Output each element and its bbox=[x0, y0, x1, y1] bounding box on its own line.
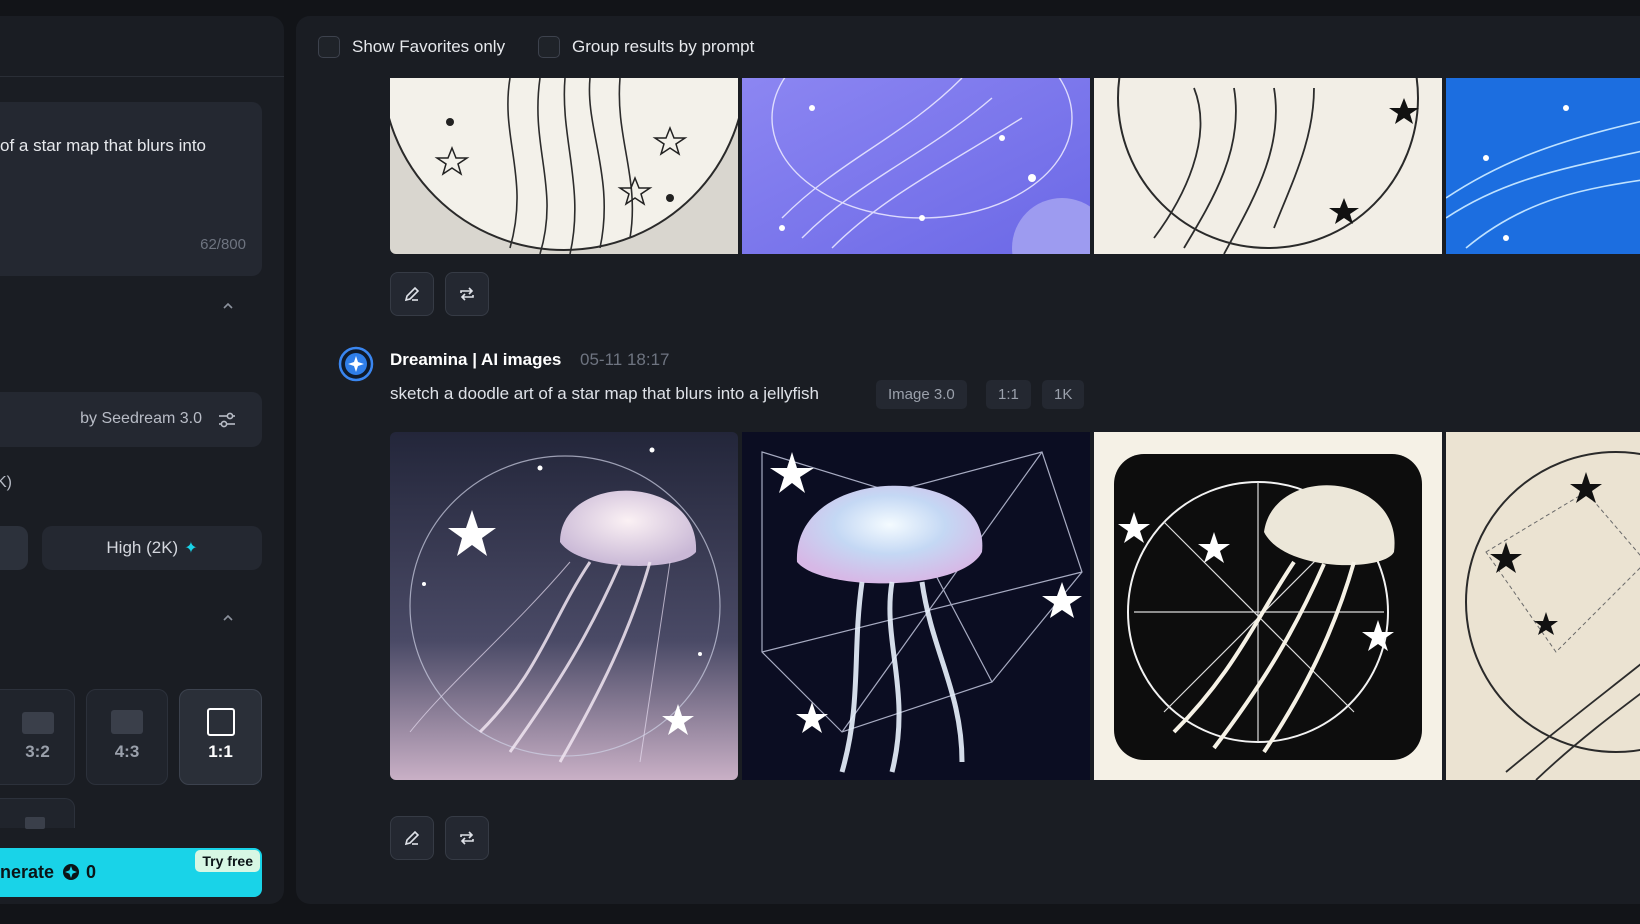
resolution-label: K) bbox=[0, 474, 12, 491]
result-image[interactable] bbox=[1446, 78, 1640, 254]
ratio-4-3-icon bbox=[111, 710, 143, 734]
result-image[interactable] bbox=[1094, 78, 1442, 254]
result-author: Dreamina | AI images bbox=[390, 350, 562, 369]
model-tag: Image 3.0 bbox=[876, 380, 967, 409]
group-filter[interactable]: Group results by prompt bbox=[538, 36, 754, 58]
result-prompt: sketch a doodle art of a star map that b… bbox=[390, 384, 820, 403]
resolution-standard-button[interactable] bbox=[0, 526, 28, 570]
dreamina-avatar bbox=[338, 346, 374, 382]
ratio-icon bbox=[25, 817, 45, 829]
ratio-option-1-1[interactable]: 1:1 bbox=[179, 689, 262, 785]
ratio-label: 1:1 bbox=[208, 742, 233, 761]
favorites-filter[interactable]: Show Favorites only bbox=[318, 36, 505, 58]
result-image[interactable] bbox=[742, 432, 1090, 780]
edit-button[interactable] bbox=[390, 272, 434, 316]
group-checkbox[interactable] bbox=[538, 36, 560, 58]
model-selector[interactable]: by Seedream 3.0 bbox=[0, 392, 262, 447]
ratio-3-2-icon bbox=[21, 712, 54, 734]
regenerate-button[interactable] bbox=[445, 272, 489, 316]
repeat-icon bbox=[460, 287, 474, 301]
collapse-chevron-up-icon[interactable] bbox=[222, 612, 234, 624]
sparkle-icon: ✦ bbox=[184, 540, 198, 557]
generate-label: nerate bbox=[0, 862, 55, 882]
filter-bar: Show Favorites only Group results by pro… bbox=[296, 16, 1640, 78]
ratio-label: 3:2 bbox=[25, 742, 50, 761]
generation-settings-panel: of a star map that blurs into 62/800 by … bbox=[0, 16, 284, 904]
favorites-checkbox[interactable] bbox=[318, 36, 340, 58]
result-image[interactable] bbox=[742, 78, 1090, 254]
results-panel: Dreamina | AI images 05-11 18:17 sketch … bbox=[296, 16, 1640, 904]
prompt-textarea[interactable]: of a star map that blurs into 62/800 bbox=[0, 102, 262, 276]
ratio-label: 4:3 bbox=[114, 742, 140, 761]
pencil-icon bbox=[404, 830, 420, 846]
model-label: by Seedream 3.0 bbox=[80, 410, 202, 427]
result-timestamp: 05-11 18:17 bbox=[580, 350, 670, 369]
try-free-badge: Try free bbox=[195, 850, 260, 872]
resolution-tag: 1K bbox=[1042, 380, 1085, 409]
credit-count: 0 bbox=[86, 862, 97, 882]
ratio-option-3-2[interactable]: 3:2 bbox=[0, 689, 75, 785]
panel-divider bbox=[0, 76, 284, 77]
ratio-option-4-3[interactable]: 4:3 bbox=[86, 689, 168, 785]
prompt-text: of a star map that blurs into bbox=[0, 136, 206, 155]
resolution-high-label: High (2K) bbox=[106, 538, 179, 557]
regenerate-button[interactable] bbox=[445, 816, 489, 860]
ratio-1-1-icon bbox=[206, 708, 235, 736]
sliders-icon[interactable] bbox=[216, 409, 238, 431]
edit-button[interactable] bbox=[390, 816, 434, 860]
result-image[interactable] bbox=[1446, 432, 1640, 780]
ratio-option-more[interactable] bbox=[0, 798, 75, 829]
generate-button[interactable]: nerate 0 Try free bbox=[0, 848, 262, 897]
result-image[interactable] bbox=[1094, 432, 1442, 780]
collapse-chevron-up-icon[interactable] bbox=[222, 300, 234, 312]
group-label: Group results by prompt bbox=[572, 37, 755, 56]
credit-icon bbox=[62, 863, 80, 881]
resolution-high-button[interactable]: High (2K) ✦ bbox=[42, 526, 262, 570]
repeat-icon bbox=[460, 831, 474, 845]
favorites-label: Show Favorites only bbox=[352, 37, 506, 56]
pencil-icon bbox=[404, 286, 420, 302]
prompt-char-count: 62/800 bbox=[200, 236, 246, 253]
ratio-tag: 1:1 bbox=[986, 380, 1031, 409]
result-image[interactable] bbox=[390, 78, 738, 254]
result-image[interactable] bbox=[390, 432, 738, 780]
